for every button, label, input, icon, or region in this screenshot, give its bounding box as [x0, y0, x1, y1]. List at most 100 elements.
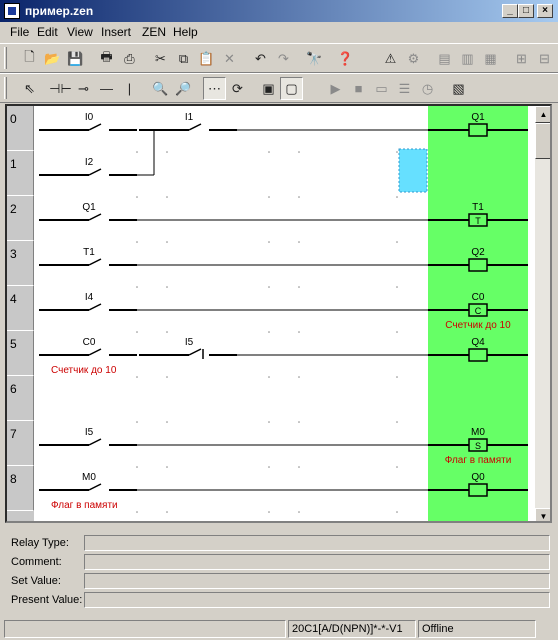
disconnect-icon[interactable]: ⊟ [533, 47, 556, 70]
delete-icon[interactable]: ✕ [218, 47, 241, 70]
redraw-icon[interactable]: ⟳ [226, 77, 249, 100]
contact-nc-icon[interactable]: ⊸ [72, 77, 95, 100]
paste-icon[interactable]: 📋 [195, 47, 218, 70]
warning-icon[interactable]: ⚠ [379, 47, 402, 70]
contact-blade-no [88, 438, 102, 446]
comment-text: Счетчик до 10 [51, 365, 117, 376]
print-preview-icon[interactable]: ⎙ [118, 47, 141, 70]
toolbar-grip[interactable] [4, 47, 7, 69]
open-icon[interactable]: 📂 [41, 47, 64, 70]
coil-symbol: C [475, 306, 482, 316]
relay-type-label: Relay Type: [11, 537, 69, 549]
contact-no-icon[interactable]: ⊣⊢ [49, 77, 72, 100]
coil-label: Q2 [471, 247, 485, 258]
grid-dot [268, 241, 270, 243]
run-icon[interactable]: ▶ [324, 77, 347, 100]
horizontal-line-icon[interactable]: — [95, 77, 118, 100]
comment-field[interactable] [84, 554, 550, 570]
find-icon[interactable]: 🔭 [303, 47, 326, 70]
grid-dot [268, 151, 270, 153]
toolbar-grip-2[interactable] [4, 77, 7, 99]
zoom-in-icon[interactable]: 🔍 [149, 77, 172, 100]
grid-dot [298, 151, 300, 153]
set-value-field[interactable] [84, 573, 550, 589]
grid-icon[interactable]: ⋯ [203, 77, 226, 100]
monitor-icon[interactable]: ▭ [370, 77, 393, 100]
grid-dot [166, 511, 168, 513]
ladder-diagram[interactable]: I0 I1 I2 Q1 T1 I4 C0 I5 I5 M0 Q1 T T1 Q2 C C0 Q4 S M0 Q0 Сче… [7, 106, 535, 523]
copy-icon[interactable]: ⧉ [172, 47, 195, 70]
status-connection: Offline [418, 620, 536, 638]
help-icon[interactable]: ❓ [334, 47, 357, 70]
menu-insert[interactable]: Insert [101, 25, 131, 39]
coil-label: M0 [471, 427, 485, 438]
contact-label: Q1 [82, 202, 96, 213]
grid-dot [396, 151, 398, 153]
coil-box [468, 123, 488, 137]
relay-type-field[interactable] [84, 535, 550, 551]
read-plc-icon[interactable]: ▤ [433, 47, 456, 70]
status-message [4, 620, 286, 638]
new-icon[interactable]: 🗋 [18, 47, 41, 70]
vertical-line-icon[interactable]: | [118, 77, 141, 100]
coil-label: T1 [472, 202, 484, 213]
grid-dot [136, 331, 138, 333]
stop-icon[interactable]: ■ [347, 77, 370, 100]
coil-label: Q4 [471, 337, 485, 348]
grid-dot [136, 466, 138, 468]
ladder-view-icon[interactable]: ▣ [257, 77, 280, 100]
grid-dot [268, 511, 270, 513]
coil-label: Q0 [471, 472, 485, 483]
grid-dot [166, 151, 168, 153]
grid-dot [166, 376, 168, 378]
vertical-scrollbar[interactable]: ▲ ▼ [535, 106, 550, 521]
settings-icon[interactable]: ▧ [447, 77, 470, 100]
menu-zen[interactable]: ZEN [142, 25, 166, 39]
coil-symbol: S [475, 441, 481, 451]
menu-bar: File Edit View Insert ZEN Help [0, 22, 558, 42]
list-icon[interactable]: ☰ [393, 77, 416, 100]
print-icon[interactable]: 🖶 [95, 47, 118, 70]
grid-dot [136, 511, 138, 513]
menu-edit[interactable]: Edit [37, 25, 58, 39]
pointer-icon[interactable]: ⇖ [18, 77, 41, 100]
grid-dot [298, 331, 300, 333]
compare-icon[interactable]: ▦ [479, 47, 502, 70]
function-view-icon[interactable]: ▢ [280, 77, 303, 100]
grid-dot [136, 241, 138, 243]
menu-help[interactable]: Help [173, 25, 198, 39]
redo-icon[interactable]: ↷ [272, 47, 295, 70]
window-title: пример.zen [25, 4, 94, 18]
scroll-up-icon[interactable]: ▲ [535, 106, 550, 123]
menu-view[interactable]: View [67, 25, 93, 39]
ladder-editor[interactable]: 012345678 I0 I1 I2 Q1 T1 I4 C0 I5 I5 M0 Q1 T T1 Q2 C C0… [5, 104, 552, 523]
clock-icon[interactable]: ◷ [416, 77, 439, 100]
grid-dot [268, 196, 270, 198]
grid-dot [298, 511, 300, 513]
menu-file[interactable]: File [10, 25, 29, 39]
scroll-down-icon[interactable]: ▼ [535, 508, 550, 521]
coil-box [468, 258, 488, 272]
scroll-thumb[interactable] [535, 123, 550, 159]
grid-dot [136, 196, 138, 198]
minimize-button[interactable]: _ [502, 4, 518, 18]
close-button[interactable]: × [537, 4, 553, 18]
present-value-field[interactable] [84, 592, 550, 608]
grid-dot [136, 151, 138, 153]
transfer-icon[interactable]: ⚙ [402, 47, 425, 70]
grid-dot [166, 466, 168, 468]
cut-icon[interactable]: ✂ [149, 47, 172, 70]
grid-dot [136, 421, 138, 423]
write-plc-icon[interactable]: ▥ [456, 47, 479, 70]
grid-dot [166, 241, 168, 243]
zoom-out-icon[interactable]: 🔎 [172, 77, 195, 100]
maximize-button[interactable]: □ [518, 4, 534, 18]
save-icon[interactable]: 💾 [64, 47, 87, 70]
status-model: 20C1[A/D(NPN)]*-*-V1 [288, 620, 416, 638]
grid-dot [166, 331, 168, 333]
title-bar: пример.zen _ □ × [0, 0, 558, 22]
resize-grip-icon[interactable] [538, 620, 554, 638]
undo-icon[interactable]: ↶ [249, 47, 272, 70]
contact-label: I5 [185, 337, 194, 348]
connect-icon[interactable]: ⊞ [510, 47, 533, 70]
